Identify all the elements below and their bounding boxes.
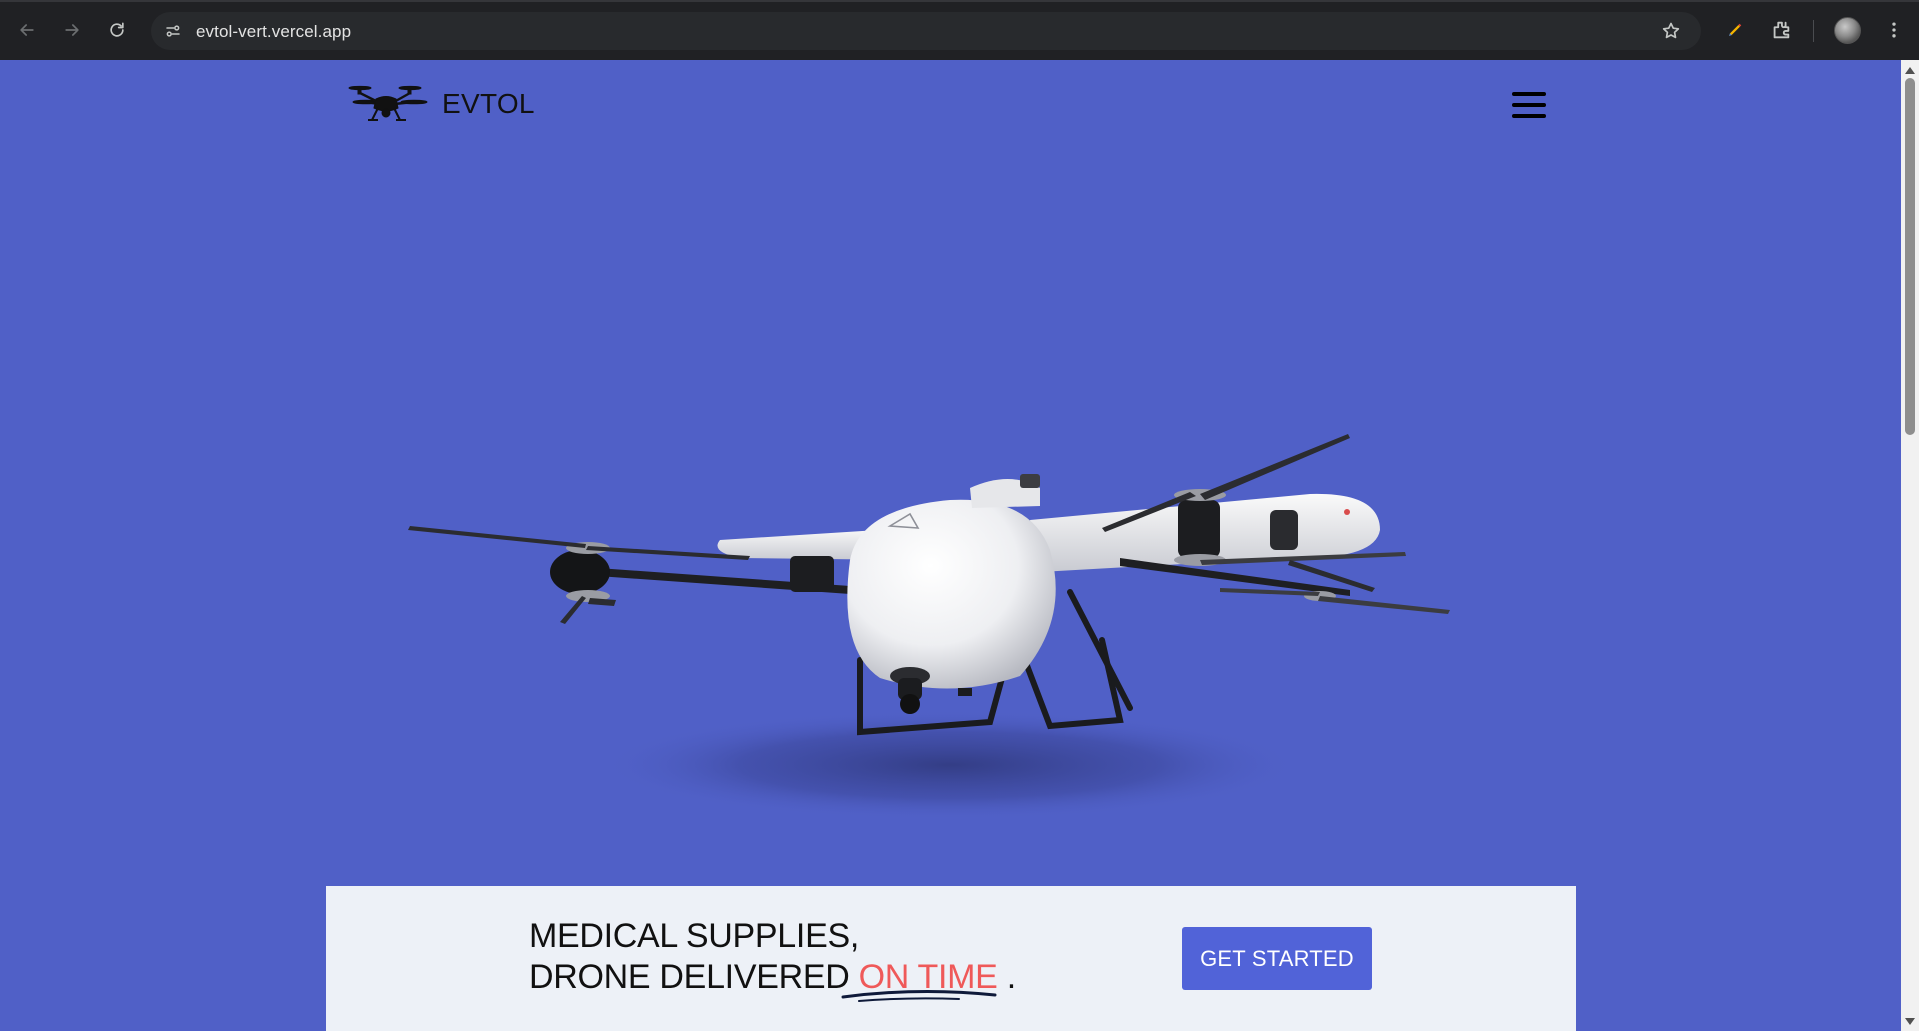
tab-strip-edge (0, 0, 1919, 2)
hamburger-icon[interactable] (1512, 90, 1546, 120)
menu-bar-middle (1512, 103, 1546, 107)
drone-icon (348, 85, 428, 121)
brand-logo[interactable]: EVTOL (348, 80, 535, 128)
scroll-up-arrow-icon[interactable] (1905, 67, 1915, 74)
vtol-drone-illustration (408, 434, 1450, 820)
cta-banner: MEDICAL SUPPLIES, DRONE DELIVERED ON TIM… (326, 886, 1576, 1031)
site-settings-icon[interactable] (161, 19, 185, 43)
site-header: EVTOL (348, 80, 1546, 142)
browser-toolbar: evtol-vert.vercel.app (0, 0, 1919, 60)
scroll-thumb[interactable] (1905, 78, 1915, 435)
page-viewport: EVTOL MEDICAL SUPPLIES, DRONE DELIVERED … (0, 60, 1901, 1031)
get-started-button[interactable]: GET STARTED (1182, 927, 1372, 990)
toolbar-separator (1813, 20, 1814, 42)
avatar[interactable] (1834, 17, 1861, 44)
headline-prefix: DRONE DELIVERED (529, 958, 859, 996)
menu-bar-top (1512, 92, 1546, 96)
headline-suffix: . (997, 958, 1016, 996)
brand-name: EVTOL (442, 88, 535, 119)
scroll-down-arrow-icon[interactable] (1905, 1018, 1915, 1025)
star-icon[interactable] (1659, 19, 1683, 43)
back-icon[interactable] (11, 14, 43, 46)
accent-underline (841, 989, 997, 1002)
reload-icon[interactable] (101, 14, 133, 46)
page-scrollbar[interactable] (1901, 60, 1919, 1031)
headline-line-1: MEDICAL SUPPLIES, (529, 917, 859, 955)
pen-icon[interactable] (1719, 14, 1751, 46)
url-text[interactable]: evtol-vert.vercel.app (196, 22, 351, 42)
extensions-icon[interactable] (1765, 14, 1797, 46)
address-bar[interactable]: evtol-vert.vercel.app (151, 12, 1701, 50)
hero-drone-image (390, 360, 1510, 840)
forward-icon[interactable] (56, 14, 88, 46)
menu-bar-bottom (1512, 114, 1546, 118)
more-icon[interactable] (1878, 14, 1910, 46)
